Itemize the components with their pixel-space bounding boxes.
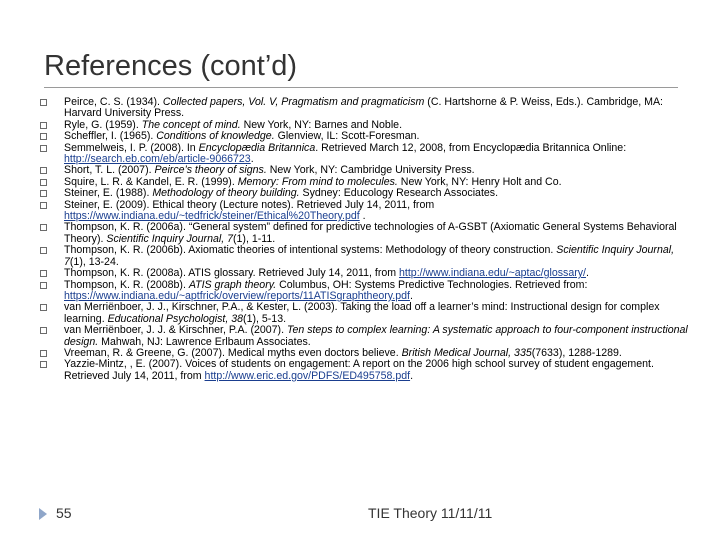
reference-title: Peirce’s theory of signs. xyxy=(154,164,267,177)
reference-title: Educational Psychologist, 38 xyxy=(107,312,244,325)
reference-item: van Merriënboer, J. J., Kirschner, P.A.,… xyxy=(38,302,698,325)
reference-text: New York, NY: Cambridge University Press… xyxy=(266,164,475,177)
checkbox-bullet-icon xyxy=(40,361,47,369)
reference-title: Methodology of theory building. xyxy=(152,187,300,200)
checkbox-bullet-icon xyxy=(40,304,47,312)
checkbox-bullet-icon xyxy=(40,178,47,186)
reference-text: . Retrieved March 12, 2008, from Encyclo… xyxy=(315,141,627,154)
reference-item: Steiner, E. (2009). Ethical theory (Lect… xyxy=(38,198,698,223)
reference-title: British Medical Journal, 335 xyxy=(401,346,532,359)
reference-text: Sydney: Educology Research Associates. xyxy=(299,187,499,200)
reference-title: Encyclopædia Britannica xyxy=(198,141,316,154)
reference-text: Columbus, OH: Systems Predictive Technol… xyxy=(276,278,588,291)
checkbox-bullet-icon xyxy=(40,247,47,255)
reference-item: van Merriënboer, J. J. & Kirschner, P.A.… xyxy=(38,324,698,348)
reference-title: Collected papers, Vol. V, Pragmatism and… xyxy=(162,96,425,108)
slide-title: References (cont’d) xyxy=(44,50,298,82)
reference-text: . xyxy=(250,153,254,166)
reference-text: New York, NY: Barnes and Noble. xyxy=(240,118,403,131)
checkbox-bullet-icon xyxy=(40,121,47,129)
reference-item: Semmelweis, I. P. (2008). In Encyclopædi… xyxy=(38,141,698,166)
reference-text: van Merriënboer, J. J. & Kirschner, P.A.… xyxy=(64,324,287,337)
reference-link[interactable]: http://www.indiana.edu/~aptac/glossary/ xyxy=(399,267,586,279)
reference-title: Memory: From mind to molecules. xyxy=(237,175,398,188)
checkbox-bullet-icon xyxy=(40,144,47,152)
footer-text: TIE Theory 11/11/11 xyxy=(368,505,493,521)
reference-text: Thompson, K. R. (2008b). xyxy=(64,278,189,291)
reference-text: (1), 13-24. xyxy=(69,255,119,268)
reference-text: Squire, L. R. & Kandel, E. R. (1999). xyxy=(64,175,238,188)
reference-text: Mahwah, NJ: Lawrence Erlbaum Associates. xyxy=(98,335,311,348)
reference-item: Peirce, C. S. (1934). Collected papers, … xyxy=(38,96,698,120)
checkbox-bullet-icon xyxy=(40,190,47,198)
reference-text: Semmelweis, I. P. (2008). In xyxy=(64,141,199,154)
reference-text: (1), 1-11. xyxy=(233,232,276,245)
reference-text: Glenview, IL: Scott-Foresman. xyxy=(274,130,420,143)
reference-title: The concept of mind. xyxy=(141,118,241,131)
reference-item: Yazzie-Mintz, , E. (2007). Voices of stu… xyxy=(38,359,698,382)
reference-text: New York, NY: Henry Holt and Co. xyxy=(397,175,562,188)
reference-text: Steiner, E. (1988). xyxy=(64,187,153,200)
checkbox-bullet-icon xyxy=(40,133,47,141)
checkbox-bullet-icon xyxy=(40,327,47,335)
reference-list: Peirce, C. S. (1934). Collected papers, … xyxy=(38,96,698,382)
reference-link[interactable]: https://www.indiana.edu/~tedfrick/steine… xyxy=(64,210,360,222)
reference-item: Thompson, K. R. (2006a). “General system… xyxy=(38,222,698,245)
reference-text: Peirce, C. S. (1934). xyxy=(64,96,163,108)
reference-text: Vreeman, R. & Greene, G. (2007). Medical… xyxy=(64,346,402,359)
checkbox-bullet-icon xyxy=(40,270,47,278)
reference-link[interactable]: http://search.eb.com/eb/article-9066723 xyxy=(64,153,251,165)
reference-item: Thompson, K. R. (2006b). Axiomatic theor… xyxy=(38,244,698,268)
checkbox-bullet-icon xyxy=(40,224,47,232)
footer-arrow-icon xyxy=(39,508,47,520)
reference-text: . xyxy=(410,369,414,382)
reference-text: Short, T. L. (2007). xyxy=(64,164,155,177)
reference-text: (1), 5-13. xyxy=(243,312,287,325)
reference-text: Thompson, K. R. (2008a). ATIS glossary. … xyxy=(64,267,400,280)
reference-text: . xyxy=(409,289,413,302)
checkbox-bullet-icon xyxy=(40,349,47,357)
title-divider xyxy=(44,87,678,88)
reference-title: Conditions of knowledge. xyxy=(156,130,275,143)
checkbox-bullet-icon xyxy=(40,99,47,106)
checkbox-bullet-icon xyxy=(40,201,47,209)
checkbox-bullet-icon xyxy=(40,281,47,289)
reference-link[interactable]: http://www.eric.ed.gov/PDFS/ED495758.pdf xyxy=(205,370,411,382)
reference-text: Scheffler, I. (1965). xyxy=(64,130,157,143)
reference-title: Scientific Inquiry Journal, 7 xyxy=(106,232,233,245)
reference-text: Steiner, E. (2009). Ethical theory (Lect… xyxy=(64,198,435,211)
reference-text: (7633), 1288-1289. xyxy=(531,346,622,359)
reference-text: Ryle, G. (1959). xyxy=(64,118,142,131)
page-number: 55 xyxy=(56,505,72,521)
checkbox-bullet-icon xyxy=(40,167,47,175)
reference-link[interactable]: https://www.indiana.edu/~aptfrick/overvi… xyxy=(64,290,410,302)
reference-title: ATIS graph theory. xyxy=(188,278,277,291)
reference-item: Thompson, K. R. (2008b). ATIS graph theo… xyxy=(38,278,698,303)
reference-text: Thompson, K. R. (2006b). Axiomatic theor… xyxy=(64,244,557,257)
reference-text: . xyxy=(586,267,589,280)
reference-text: . xyxy=(359,210,366,223)
